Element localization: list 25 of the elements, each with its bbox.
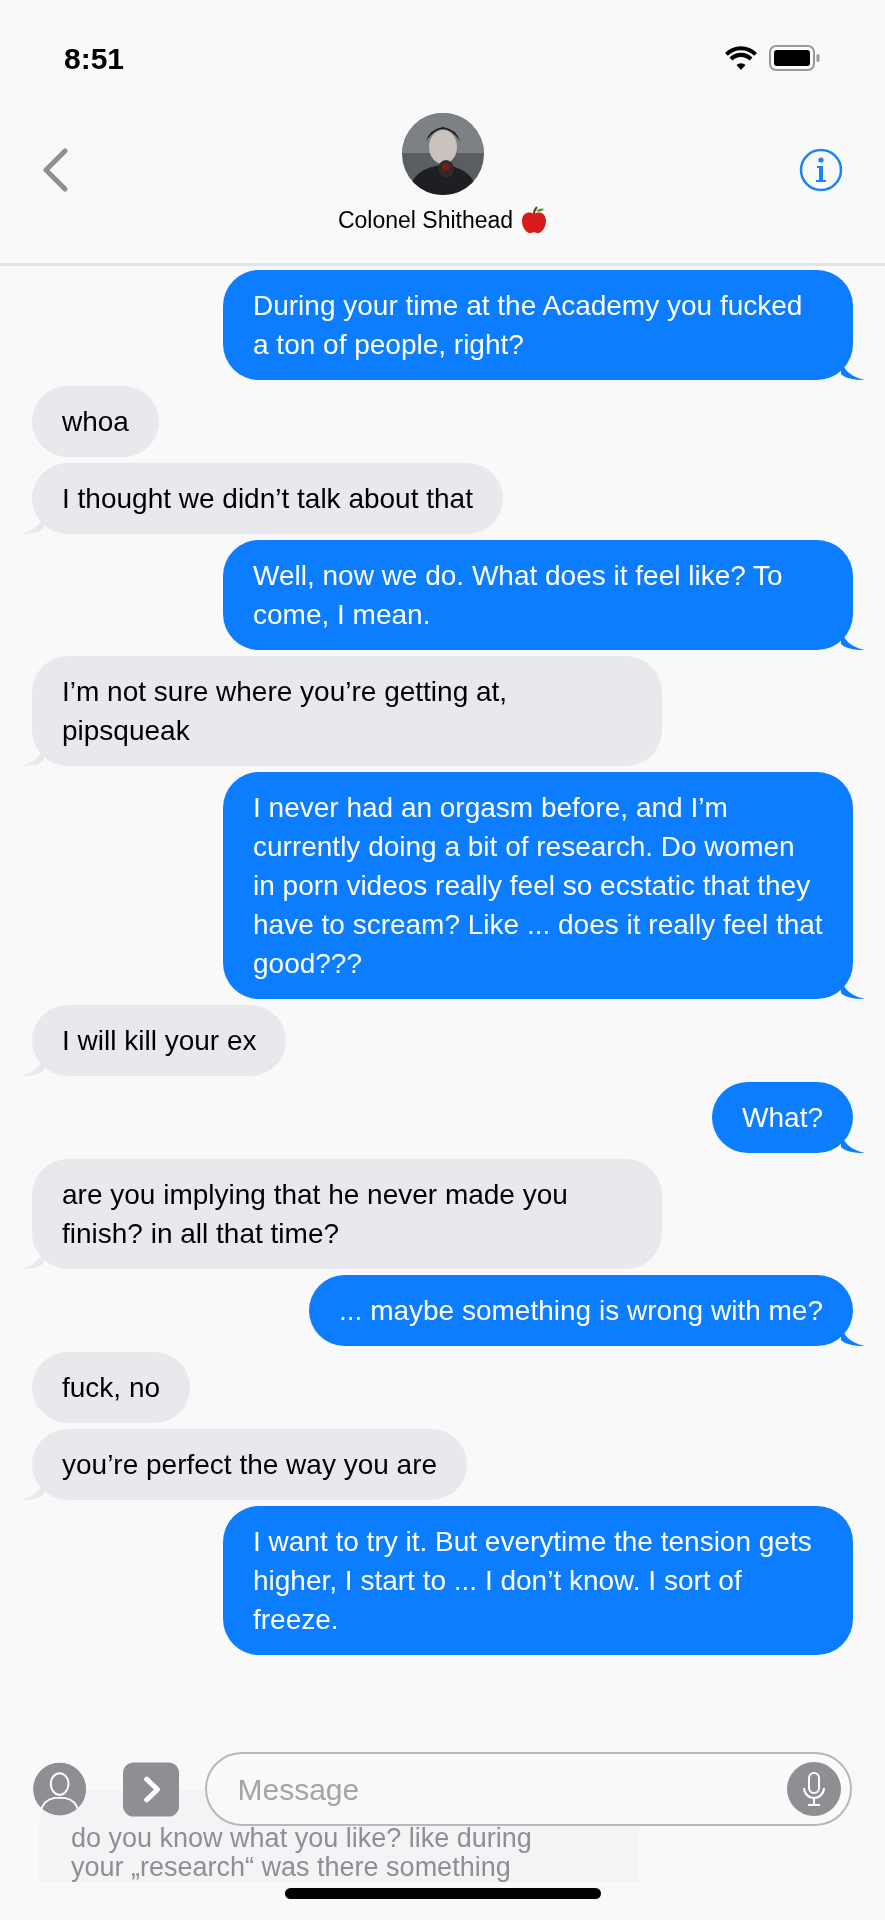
battery-icon [769, 44, 821, 72]
message-bubble: I will kill your ex [32, 1005, 287, 1076]
app-store-icon[interactable] [123, 1761, 180, 1817]
wifi-icon [725, 46, 757, 70]
contacts-icon[interactable] [33, 1762, 87, 1816]
message-bubble: ... maybe something is wrong with me? [309, 1275, 853, 1346]
info-icon[interactable] [799, 148, 843, 192]
message-bubble: I never had an orgasm before, and I’m currently doing a bit of research. Do women in porn videos really feel so ecstatic that they have to scream? Like ... does it really feel that good??? [223, 772, 853, 999]
message-bubble: I’m not sure where you’re getting at, pipsqueak [32, 656, 662, 766]
message-bubble: fuck, no [32, 1352, 191, 1423]
message-bubble: are you implying that he never made you finish? in all that time? [32, 1159, 662, 1269]
message-bubble: whoa [32, 386, 159, 457]
microphone-icon[interactable] [787, 1762, 841, 1816]
message-bubble: I thought we didn’t talk about that [32, 463, 503, 534]
message-bubble: What? [712, 1082, 853, 1153]
message-text: do you know what you like? like during [71, 1824, 533, 1853]
message-bubble: you’re perfect the way you are [32, 1429, 468, 1500]
back-icon[interactable] [42, 148, 68, 192]
apple-icon [521, 206, 548, 235]
message-bubble: During your time at the Academy you fucked a ton of people, right? [223, 270, 853, 380]
message-text: your „research“ was there something [71, 1853, 511, 1882]
message-bubble: Well, now we do. What does it feel like? To come, I mean. [223, 540, 853, 650]
message-bubble: I want to try it. But everytime the tension gets higher, I start to ... I don’t know. I sort of freeze. [223, 1506, 853, 1655]
status-time: 8:51 [64, 40, 125, 77]
contact-name[interactable]: Colonel Shithead [337, 203, 514, 238]
